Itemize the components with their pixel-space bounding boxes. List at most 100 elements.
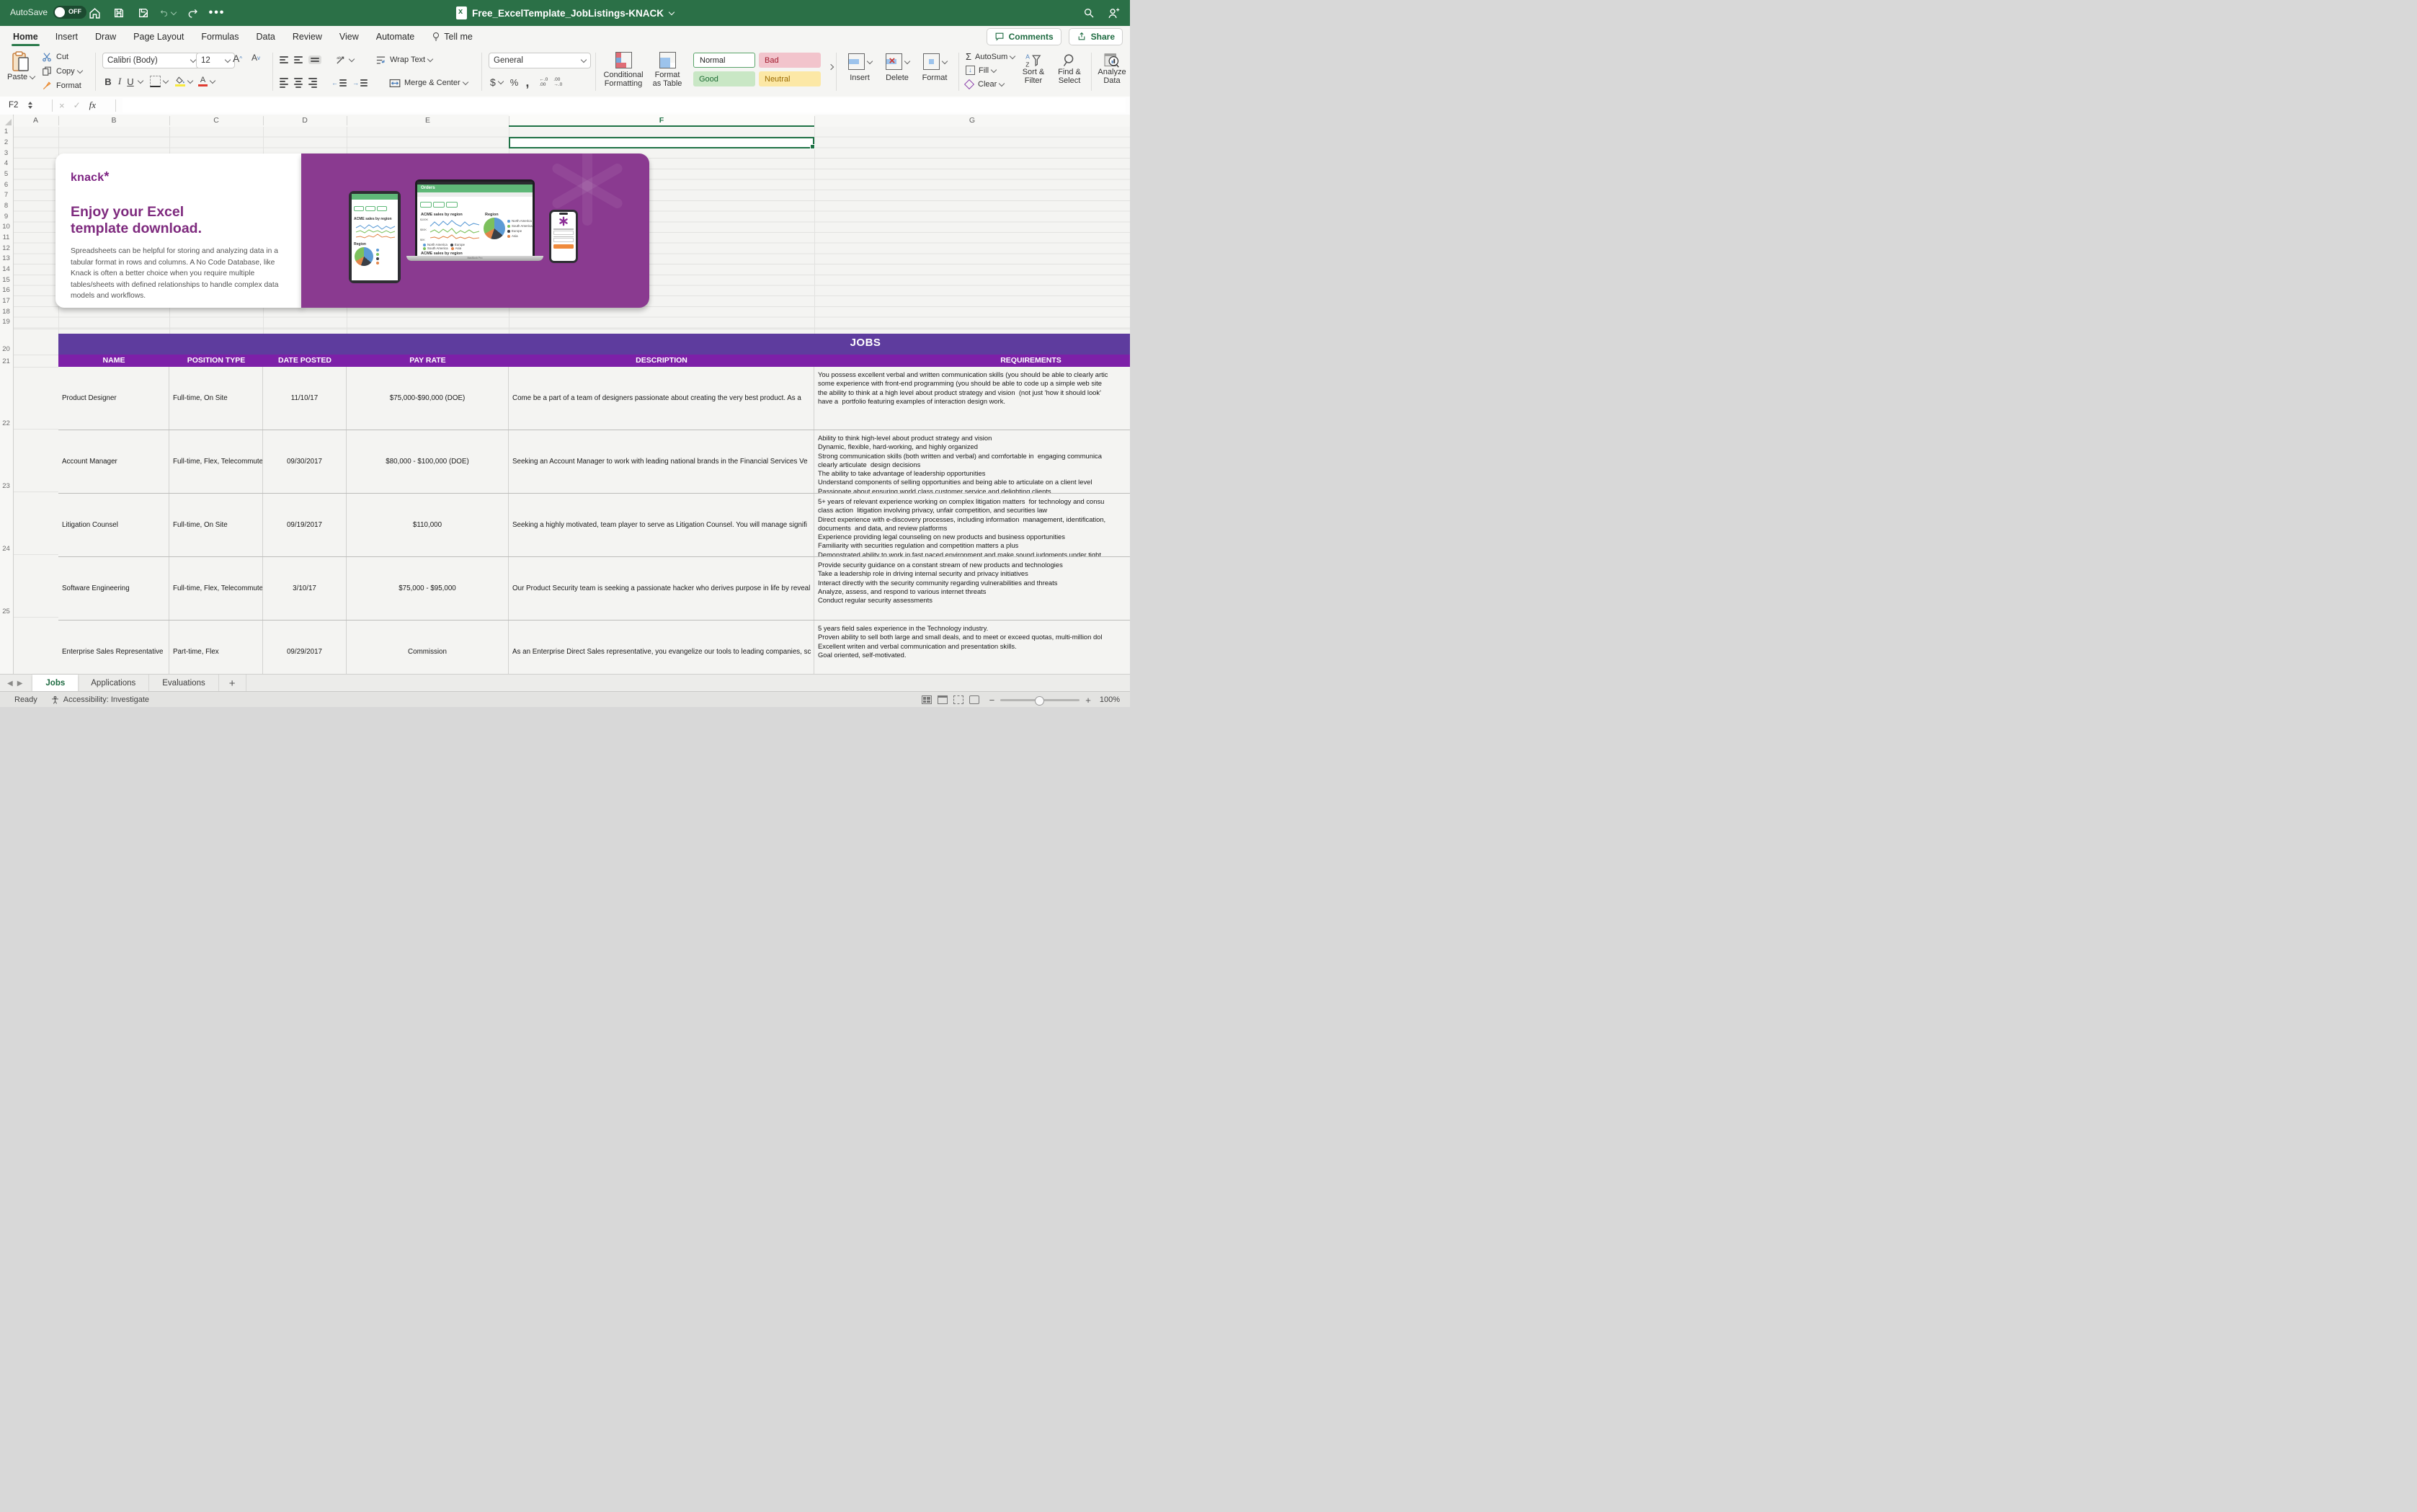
cell-name[interactable]: Litigation Counsel	[58, 494, 169, 556]
wrap-text-button[interactable]: Wrap Text	[375, 55, 432, 65]
paste-button[interactable]: Paste	[7, 51, 35, 81]
title-dropdown-icon[interactable]	[669, 9, 675, 15]
cell-requirements[interactable]: 5+ years of relevant experience working …	[814, 494, 1130, 556]
currency-button[interactable]: $	[490, 76, 496, 88]
page-layout-view-icon[interactable]	[938, 695, 948, 704]
header-description[interactable]: DESCRIPTION	[509, 355, 814, 367]
row-number[interactable]: 5	[0, 170, 12, 178]
style-bad[interactable]: Bad	[759, 53, 821, 68]
tab-view[interactable]: View	[331, 26, 368, 47]
share-button[interactable]: Share	[1069, 28, 1123, 45]
cell-requirements[interactable]: Ability to think high-level about produc…	[814, 430, 1130, 493]
col-header-b[interactable]: B	[58, 115, 169, 127]
row-number[interactable]: 7	[0, 191, 12, 199]
header-requirements[interactable]: REQUIREMENTS	[814, 355, 1130, 367]
row-number[interactable]: 17	[0, 297, 12, 305]
format-cells-button[interactable]: Format	[918, 53, 951, 82]
row-number[interactable]: 4	[0, 159, 12, 167]
sheet-grid[interactable]: 1 2 3 4 5 6 7 8 9 10 11 12 13 14 15 16 1…	[0, 127, 1130, 674]
undo-icon[interactable]	[160, 5, 176, 21]
currency-dropdown-icon[interactable]	[498, 79, 504, 84]
font-size-select[interactable]: 12	[196, 53, 235, 68]
add-sheet-button[interactable]: +	[219, 675, 246, 692]
format-as-table-button[interactable]: Format as Table	[649, 52, 686, 88]
cell-pay[interactable]: $75,000-$90,000 (DOE)	[347, 367, 509, 430]
delete-cells-button[interactable]: × Delete	[881, 53, 914, 82]
shrink-font-button[interactable]: Av	[252, 53, 260, 63]
analyze-data-button[interactable]: Analyze Data	[1095, 53, 1129, 85]
increase-decimal-button[interactable]: ←.0 .00	[539, 77, 548, 87]
insert-function-icon[interactable]: fx	[89, 99, 96, 111]
cell-date[interactable]: 09/29/2017	[263, 621, 347, 674]
autosave-control[interactable]: AutoSave OFF	[10, 6, 86, 19]
borders-button[interactable]	[150, 76, 161, 87]
merge-center-button[interactable]: Merge & Center	[389, 79, 468, 88]
col-header-e[interactable]: E	[347, 115, 509, 127]
status-accessibility[interactable]: Accessibility: Investigate	[63, 695, 149, 704]
underline-button[interactable]: U	[125, 76, 135, 87]
font-color-dropdown-icon[interactable]	[210, 78, 215, 84]
align-middle-icon[interactable]	[294, 56, 303, 63]
style-good[interactable]: Good	[693, 71, 755, 86]
tab-automate[interactable]: Automate	[368, 26, 424, 47]
cell-requirements[interactable]: Provide security guidance on a constant …	[814, 557, 1130, 620]
cell-description[interactable]: Seeking a highly motivated, team player …	[509, 494, 814, 556]
account-icon[interactable]	[1105, 5, 1121, 21]
decrease-indent-icon[interactable]: ←	[331, 79, 347, 86]
zoom-slider[interactable]	[1000, 699, 1080, 701]
header-pay-rate[interactable]: PAY RATE	[347, 355, 509, 367]
document-title-area[interactable]: Free_ExcelTemplate_JobListings-KNACK	[456, 0, 674, 26]
row-number[interactable]: 21	[0, 357, 12, 365]
redo-icon[interactable]	[184, 5, 200, 21]
font-name-select[interactable]: Calibri (Body)	[102, 53, 200, 68]
row-number[interactable]: 10	[0, 223, 12, 231]
row-number[interactable]: 11	[0, 234, 12, 241]
formula-input[interactable]	[123, 98, 1126, 112]
styles-more-icon[interactable]	[826, 64, 833, 73]
normal-view-icon[interactable]	[922, 695, 932, 704]
row-number[interactable]: 15	[0, 276, 12, 284]
header-position-type[interactable]: POSITION TYPE	[169, 355, 263, 367]
row-number[interactable]: 9	[0, 213, 12, 221]
name-box[interactable]: F2	[3, 98, 53, 112]
tab-data[interactable]: Data	[247, 26, 283, 47]
align-right-icon[interactable]	[308, 78, 317, 88]
align-left-icon[interactable]	[280, 78, 288, 88]
selected-cell-f2[interactable]	[509, 137, 814, 148]
cell-name[interactable]: Software Engineering	[58, 557, 169, 620]
cell-date[interactable]: 09/19/2017	[263, 494, 347, 556]
row-number[interactable]: 14	[0, 265, 12, 273]
row-number[interactable]: 13	[0, 254, 12, 262]
row-number[interactable]: 6	[0, 181, 12, 189]
name-box-stepper[interactable]	[28, 102, 32, 109]
cell-pay[interactable]: $110,000	[347, 494, 509, 556]
autosave-toggle[interactable]: OFF	[53, 6, 86, 19]
underline-dropdown-icon[interactable]	[138, 78, 143, 84]
cell-requirements[interactable]: 5 years field sales experience in the Te…	[814, 621, 1130, 674]
zoom-out-icon[interactable]: −	[989, 695, 995, 706]
fill-handle[interactable]	[810, 144, 815, 149]
more-commands-icon[interactable]: •••	[209, 5, 225, 21]
home-icon[interactable]	[86, 5, 102, 21]
search-icon[interactable]	[1081, 5, 1097, 21]
tab-formulas[interactable]: Formulas	[192, 26, 247, 47]
custom-view-icon[interactable]	[969, 695, 979, 704]
col-header-a[interactable]: A	[13, 115, 58, 127]
enter-icon[interactable]: ✓	[74, 100, 81, 110]
row-number[interactable]: 12	[0, 244, 12, 252]
cell-date[interactable]: 3/10/17	[263, 557, 347, 620]
tab-page-layout[interactable]: Page Layout	[125, 26, 192, 47]
row-number[interactable]: 16	[0, 286, 12, 294]
font-color-button[interactable]: A	[198, 76, 208, 87]
row-number[interactable]: 18	[0, 308, 12, 316]
percent-button[interactable]: %	[510, 77, 519, 88]
borders-dropdown-icon[interactable]	[163, 78, 169, 84]
sheet-tab-evaluations[interactable]: Evaluations	[149, 675, 218, 692]
style-neutral[interactable]: Neutral	[759, 71, 821, 86]
format-painter-button[interactable]: Format	[42, 81, 81, 91]
align-bottom-icon[interactable]	[308, 55, 321, 64]
page-break-view-icon[interactable]	[953, 695, 963, 704]
find-select-button[interactable]: Find & Select	[1054, 53, 1085, 85]
row-number[interactable]: 24	[0, 545, 12, 553]
cell-position[interactable]: Full-time, Flex, Telecommute	[169, 430, 263, 493]
